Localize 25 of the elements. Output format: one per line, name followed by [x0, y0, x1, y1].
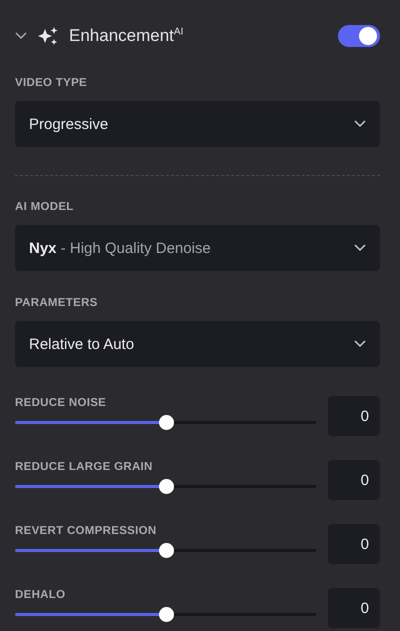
field-label: AI MODEL: [15, 201, 75, 213]
slider-label: REDUCE NOISE: [15, 396, 108, 408]
slider-label: REVERT COMPRESSION: [15, 524, 158, 536]
chevron-down-icon: [354, 244, 366, 252]
chevron-down-icon: [354, 120, 366, 128]
sparkles-icon: [37, 26, 59, 46]
parameters-dropdown[interactable]: Relative to Auto: [15, 321, 380, 367]
enhancement-toggle[interactable]: [338, 24, 380, 46]
ai-model-dropdown[interactable]: Nyx - High Quality Denoise: [15, 225, 380, 271]
chevron-down-icon[interactable]: [15, 32, 27, 40]
video-type-dropdown[interactable]: Progressive: [15, 101, 380, 147]
slider-thumb[interactable]: [158, 606, 174, 622]
slider-label: REDUCE LARGE GRAIN: [15, 460, 154, 472]
field-label: VIDEO TYPE: [15, 77, 88, 89]
value-field[interactable]: 0: [328, 396, 380, 436]
field-label: PARAMETERS: [15, 297, 99, 309]
slider-label: DEHALO: [15, 588, 66, 600]
chevron-down-icon: [354, 340, 366, 348]
section-title: Enhancement$^{AI}$: [69, 26, 184, 46]
value-field[interactable]: 0: [328, 588, 380, 628]
slider-thumb[interactable]: [158, 478, 174, 494]
value-field[interactable]: 0: [328, 460, 380, 500]
slider-thumb[interactable]: [158, 414, 174, 430]
slider-thumb[interactable]: [158, 542, 174, 558]
value-field[interactable]: 0: [328, 524, 380, 564]
